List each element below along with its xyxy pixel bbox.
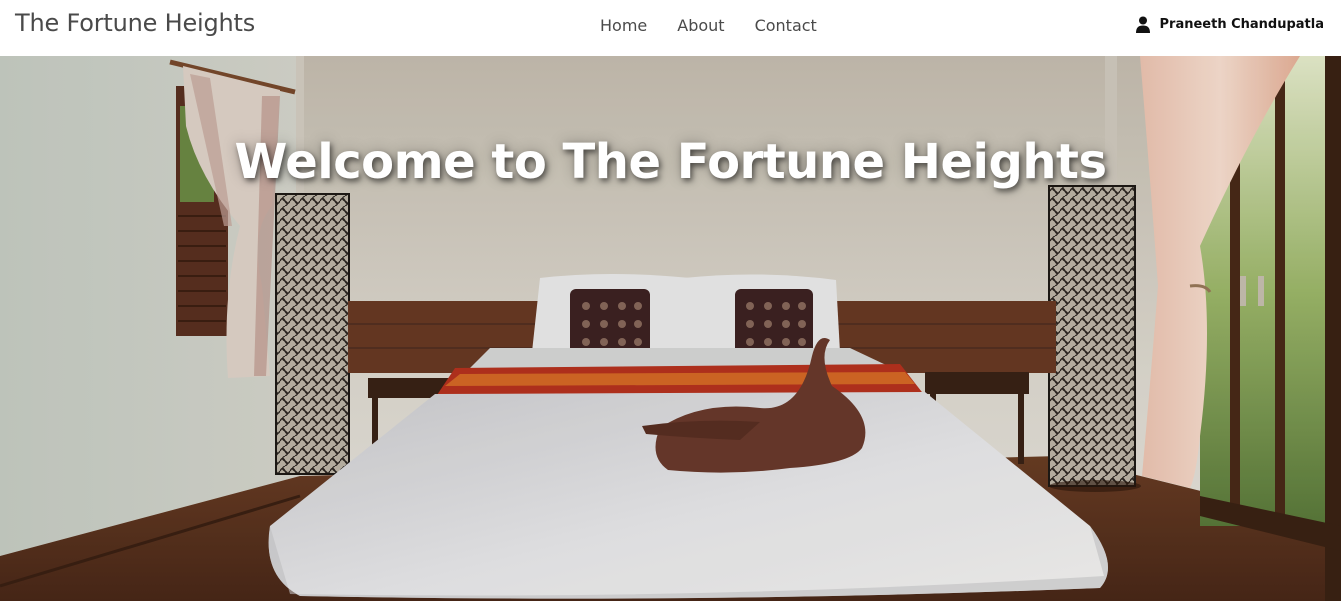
user-account[interactable]: Praneeth Chandupatla xyxy=(1135,16,1325,33)
hero-banner: Welcome to The Fortune Heights xyxy=(0,56,1341,601)
nav-home-link[interactable]: Home xyxy=(600,16,647,35)
person-icon xyxy=(1135,16,1150,33)
hero-title: Welcome to The Fortune Heights xyxy=(234,134,1107,190)
brand-logo[interactable]: The Fortune Heights xyxy=(15,9,255,37)
nav-about-link[interactable]: About xyxy=(677,16,724,35)
nav-links: Home About Contact xyxy=(600,16,847,35)
navbar: The Fortune Heights Home About Contact P… xyxy=(0,0,1341,56)
nav-contact-link[interactable]: Contact xyxy=(755,16,817,35)
user-name: Praneeth Chandupatla xyxy=(1159,17,1325,32)
